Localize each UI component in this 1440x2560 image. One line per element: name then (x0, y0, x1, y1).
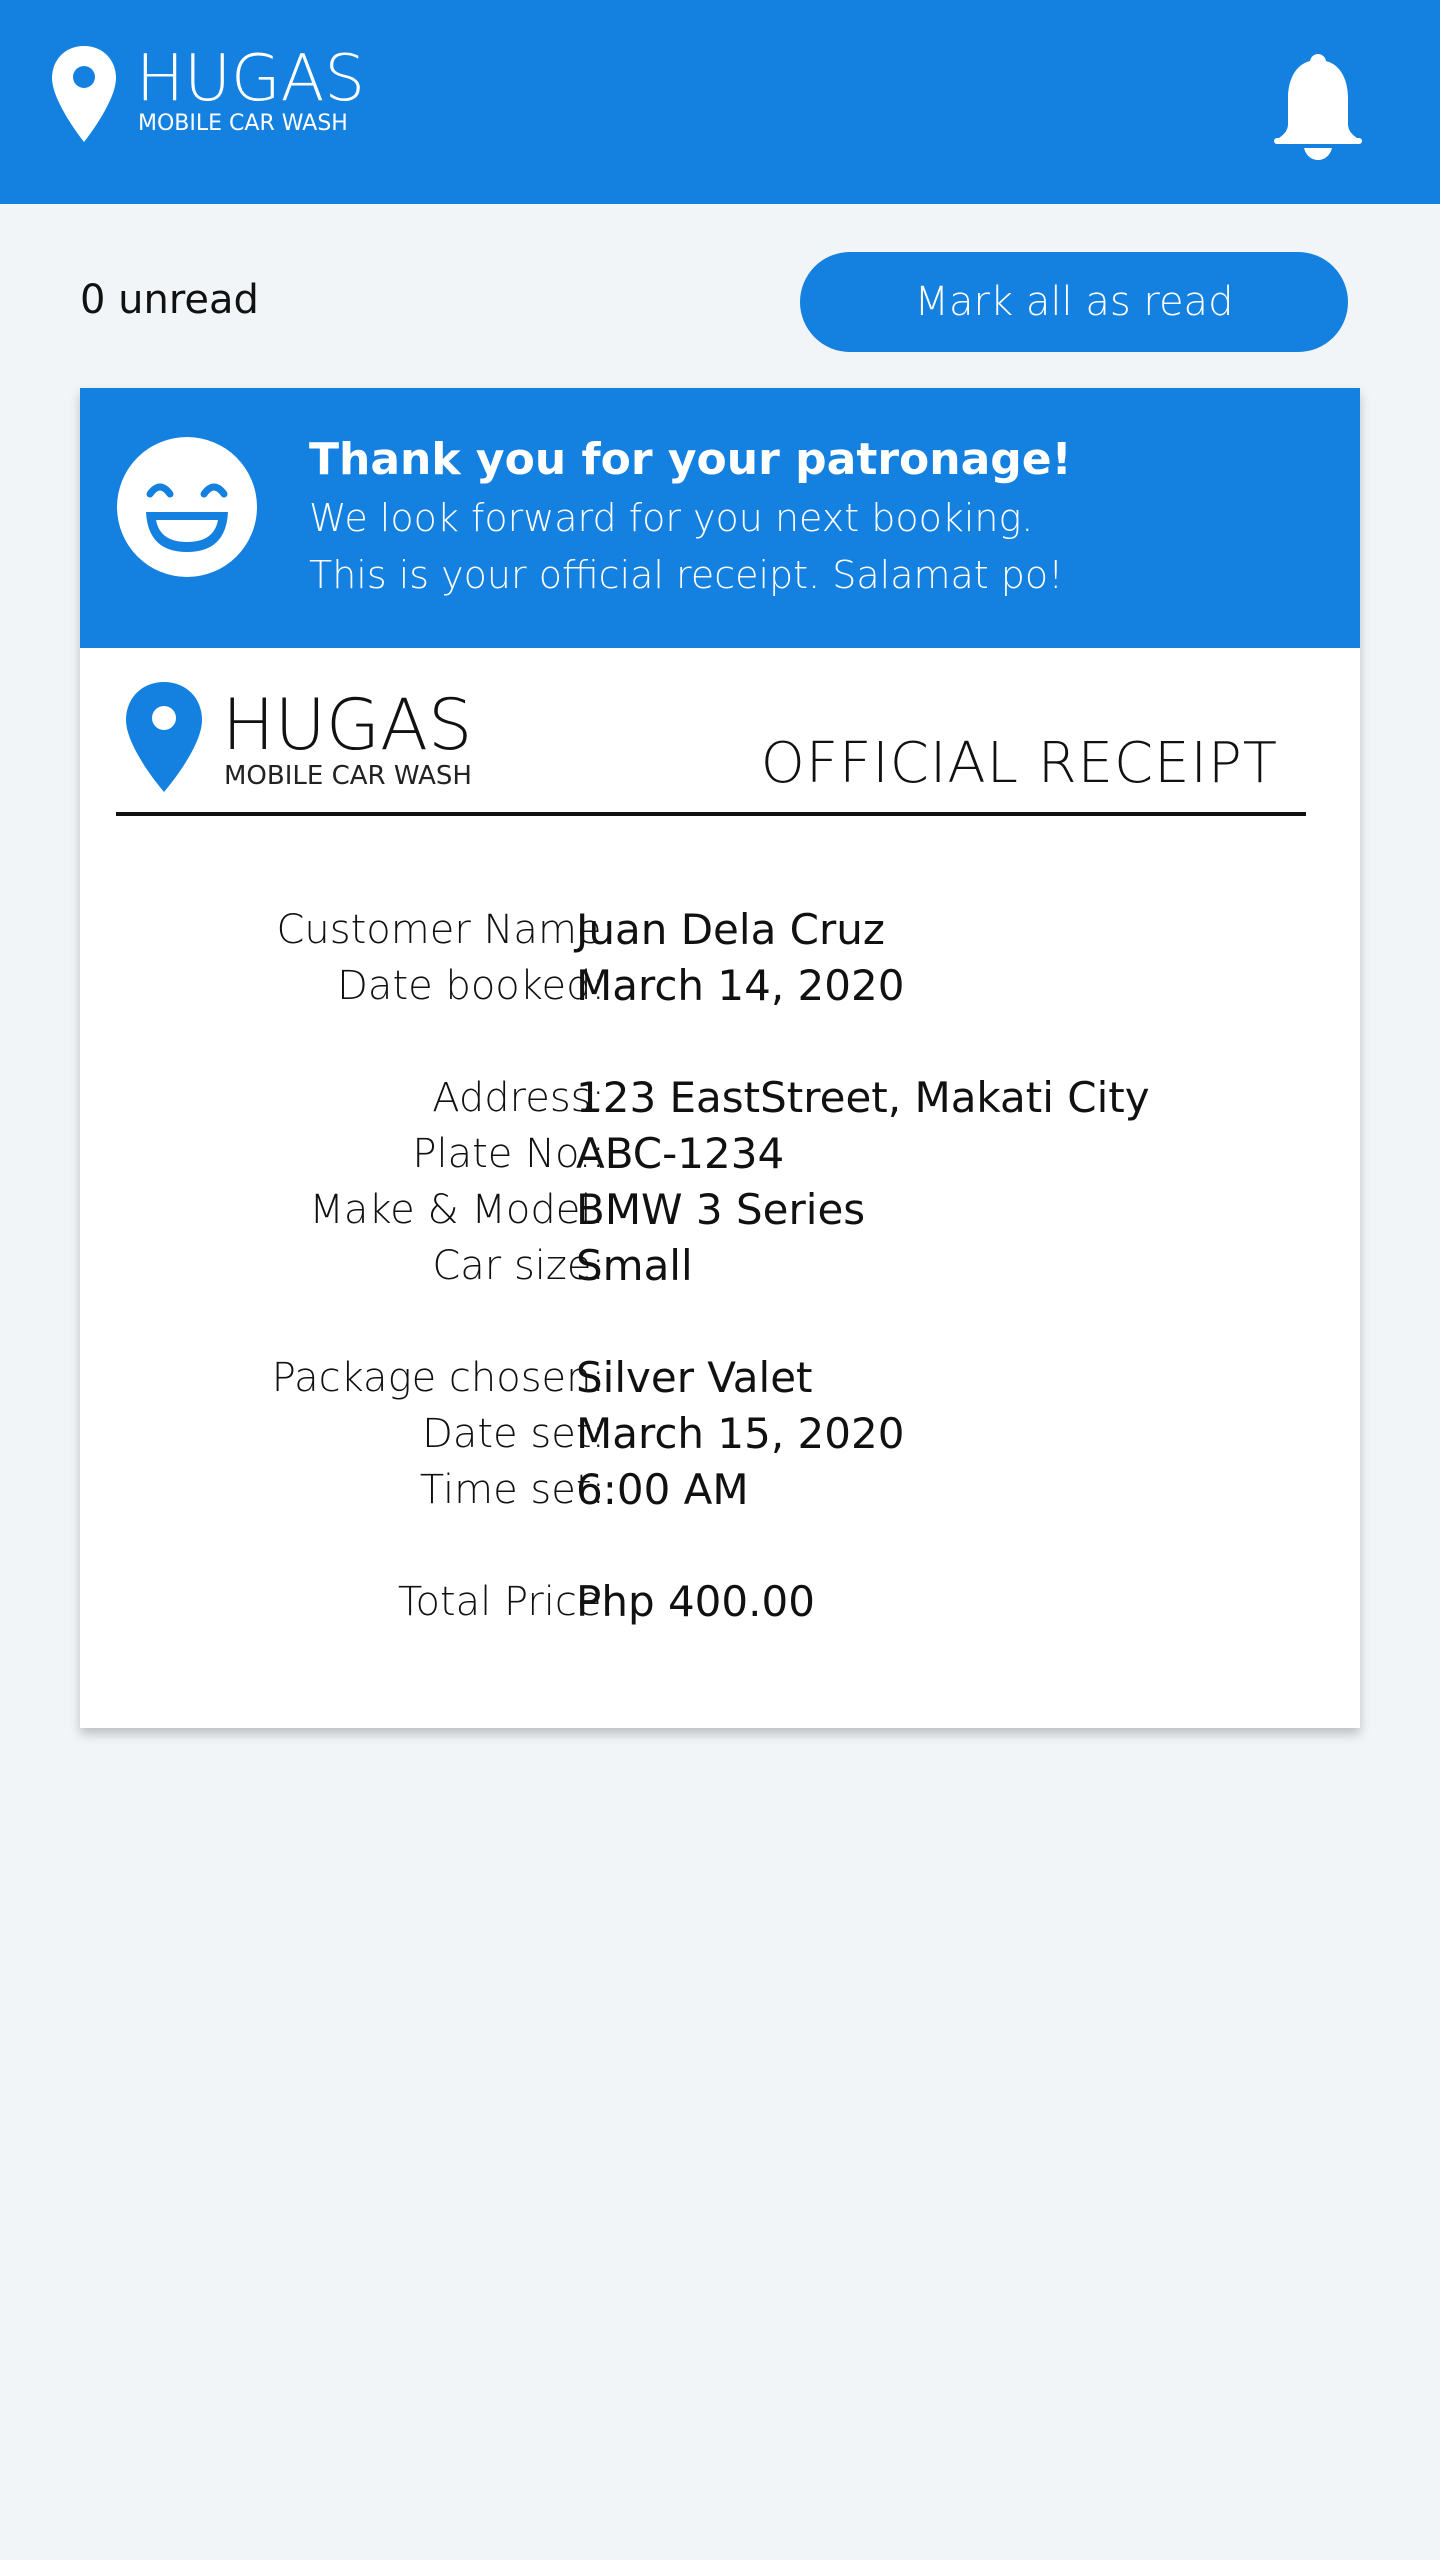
field-value: 6:00 AM (576, 1465, 749, 1514)
brand-tagline: MOBILE CAR WASH (138, 111, 348, 136)
field-value: March 14, 2020 (576, 961, 905, 1010)
app-header: HUGAS MOBILE CAR WASH (0, 0, 1440, 204)
receipt-row: Total Price: Php 400.00 (80, 1574, 1360, 1630)
receipt-row: Date booked: March 14, 2020 (80, 958, 1360, 1014)
receipt-row: Package chosen: Silver Valet (80, 1350, 1360, 1406)
receipt-logo: HUGAS MOBILE CAR WASH (124, 680, 472, 794)
receipt-header: HUGAS MOBILE CAR WASH OFFICIAL RECEIPT (116, 680, 1306, 816)
brand-name: HUGAS (136, 42, 365, 116)
field-value: ABC-1234 (576, 1129, 785, 1178)
receipt-row: Address: 123 EastStreet, Makati City (80, 1070, 1360, 1126)
notifications-button[interactable] (1270, 52, 1366, 162)
mark-all-read-button[interactable]: Mark all as read (800, 252, 1348, 352)
unread-count: 0 unread (80, 277, 259, 323)
field-label: Package chosen: (271, 1355, 605, 1401)
smiley-icon (117, 437, 257, 577)
receipt-row: Time set: 6:00 AM (80, 1462, 1360, 1518)
field-value: Silver Valet (576, 1353, 813, 1402)
bell-icon (1274, 54, 1362, 160)
app-logo[interactable]: HUGAS MOBILE CAR WASH (50, 44, 365, 148)
receipt-brand-name: HUGAS (222, 684, 473, 766)
receipt-title: OFFICIAL RECEIPT (760, 731, 1278, 796)
notification-card[interactable]: Thank you for your patronage! We look fo… (80, 388, 1360, 1728)
receipt-row: Date set: March 15, 2020 (80, 1406, 1360, 1462)
field-value: 123 EastStreet, Makati City (576, 1073, 1150, 1122)
notification-title: Thank you for your patronage! (309, 434, 1072, 485)
receipt-brand-tagline: MOBILE CAR WASH (224, 761, 472, 791)
notification-line-1: We look forward for you next booking. (309, 496, 1034, 540)
field-value: Php 400.00 (576, 1577, 815, 1626)
field-value: Juan Dela Cruz (576, 905, 885, 954)
field-value: March 15, 2020 (576, 1409, 905, 1458)
field-value: BMW 3 Series (576, 1185, 866, 1234)
receipt-row: Plate No.: ABC-1234 (80, 1126, 1360, 1182)
notification-banner: Thank you for your patronage! We look fo… (80, 388, 1360, 648)
field-label: Make & Model: (309, 1187, 605, 1233)
location-pin-icon (126, 682, 202, 792)
receipt-row: Customer Name: Juan Dela Cruz (80, 902, 1360, 958)
field-label: Date booked: (337, 963, 605, 1009)
field-label: Customer Name: (276, 907, 616, 953)
receipt-row: Make & Model: BMW 3 Series (80, 1182, 1360, 1238)
field-value: Small (576, 1241, 693, 1290)
receipt-row: Car size: Small (80, 1238, 1360, 1294)
notification-line-2: This is your official receipt. Salamat p… (309, 553, 1064, 597)
location-pin-icon (52, 46, 116, 142)
